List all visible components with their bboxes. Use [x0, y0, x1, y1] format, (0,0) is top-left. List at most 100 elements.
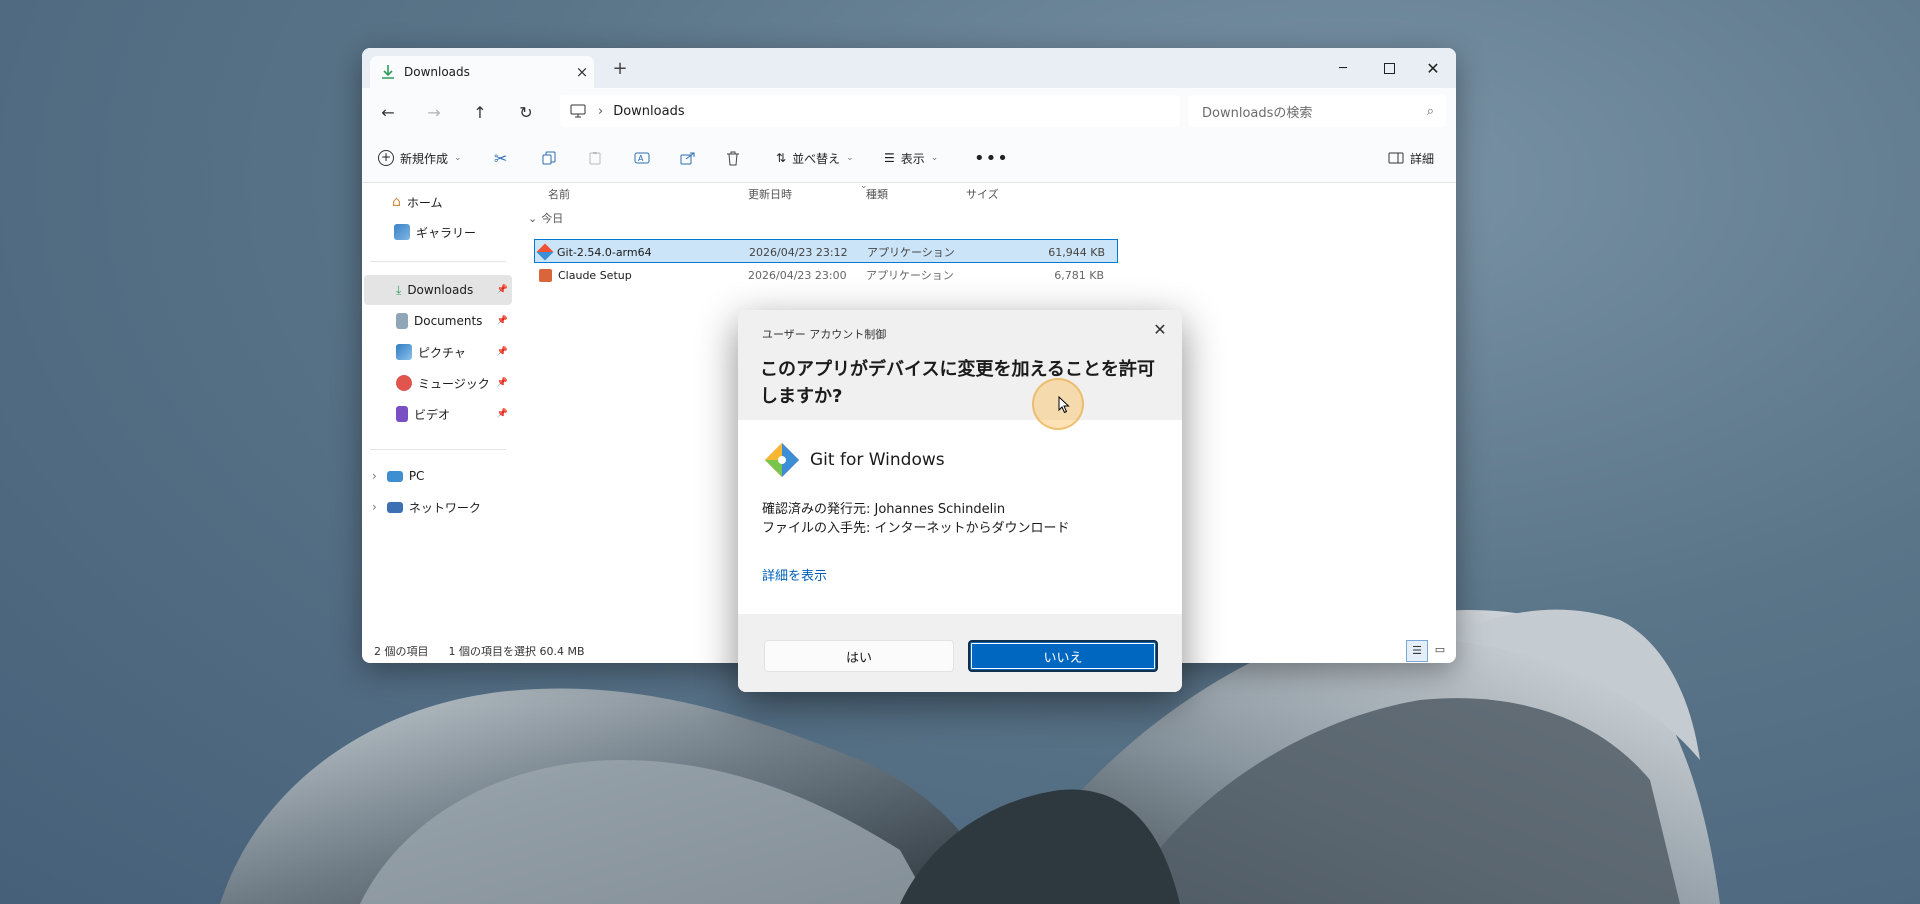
mouse-cursor-icon [1058, 396, 1070, 414]
pc-icon [386, 470, 403, 482]
download-icon: ⤓ [396, 282, 402, 297]
uac-publisher: 確認済みの発行元: Johannes Schindelin [762, 502, 1006, 517]
file-name: Claude Setup [558, 268, 632, 282]
file-size: 61,944 KB [1048, 245, 1105, 259]
sidebar-item-pictures[interactable]: ピクチャ 📌 [396, 337, 512, 367]
status-selection: 1 個の項目を選択 60.4 MB [448, 644, 585, 658]
sidebar-item-downloads[interactable]: ⤓ Downloads 📌 [364, 275, 512, 305]
sidebar-item-pc[interactable]: › PC [372, 461, 522, 491]
pin-icon: 📌 [496, 347, 508, 357]
column-header-size[interactable]: サイズ [966, 183, 999, 205]
up-button[interactable]: ↑ [464, 98, 496, 126]
group-label: 今日 [541, 212, 564, 225]
sidebar-item-documents[interactable]: Documents 📌 [396, 306, 512, 336]
more-options-icon[interactable]: ••• [974, 144, 1009, 172]
sidebar-item-network[interactable]: › ネットワーク [372, 492, 522, 522]
file-date: 2026/04/23 23:00 [748, 268, 847, 282]
path-box[interactable]: › Downloads [560, 95, 1180, 127]
file-type: アプリケーション [866, 269, 954, 282]
file-type: アプリケーション [867, 246, 955, 259]
search-box[interactable]: Downloadsの検索 ⌕ [1188, 95, 1446, 127]
sidebar-item-label: Downloads [407, 283, 474, 297]
sidebar-item-label: ネットワーク [408, 500, 481, 515]
uac-show-details-link[interactable]: 詳細を表示 [762, 565, 827, 584]
copy-icon[interactable] [542, 144, 556, 172]
tiles-view-icon[interactable]: ▭ [1430, 640, 1450, 660]
delete-icon[interactable] [726, 144, 740, 172]
sidebar-item-videos[interactable]: ビデオ 📌 [396, 399, 512, 429]
maximize-button[interactable] [1366, 48, 1412, 88]
uac-publisher-info: 確認済みの発行元: Johannes Schindelin ファイルの入手先: … [762, 500, 1070, 538]
documents-icon [396, 313, 408, 329]
chevron-down-icon: ⌄ [528, 211, 538, 225]
paste-icon[interactable] [588, 144, 602, 172]
videos-icon [396, 406, 408, 422]
no-button[interactable]: いいえ [968, 640, 1158, 672]
status-item-count: 2 個の項目 [374, 644, 429, 658]
rename-icon[interactable]: A [634, 144, 650, 172]
pin-icon: 📌 [496, 378, 508, 388]
sidebar-item-label: ピクチャ [418, 345, 466, 360]
sidebar-item-label: ビデオ [414, 407, 451, 422]
download-icon [382, 65, 394, 79]
sidebar-divider [370, 449, 506, 450]
uac-question: このアプリがデバイスに変更を加えることを許可しますか? [760, 359, 1155, 407]
uac-dialog: ユーザー アカウント制御 ✕ このアプリがデバイスに変更を加えることを許可します… [738, 310, 1182, 692]
details-label: 詳細 [1410, 151, 1435, 166]
sidebar-item-label: PC [408, 469, 425, 483]
column-header-date[interactable]: 更新日時 [748, 183, 792, 205]
tab-downloads[interactable]: Downloads × [370, 56, 594, 88]
chevron-down-icon: ⌄ [846, 153, 854, 163]
new-button[interactable]: + 新規作成 ⌄ [378, 144, 462, 172]
sidebar-item-label: ホーム [406, 195, 443, 210]
claude-setup-icon [539, 268, 552, 282]
cut-icon[interactable]: ✂ [494, 144, 507, 172]
refresh-button[interactable]: ↻ [510, 98, 542, 126]
sort-label: 並べ替え [792, 151, 841, 166]
new-label: 新規作成 [400, 151, 449, 166]
close-window-button[interactable]: ✕ [1410, 48, 1456, 88]
sort-icon: ⇅ [776, 151, 787, 165]
share-icon[interactable] [680, 144, 696, 172]
home-icon: ⌂ [392, 194, 401, 210]
details-view-icon[interactable]: ☰ [1406, 640, 1428, 662]
breadcrumb-chevron-icon: › [598, 103, 604, 119]
details-pane-icon [1388, 152, 1404, 164]
chevron-right-icon: › [372, 469, 377, 483]
minimize-button[interactable]: ─ [1320, 48, 1366, 88]
column-header-name[interactable]: 名前 [548, 183, 570, 205]
uac-origin: ファイルの入手先: インターネットからダウンロード [762, 521, 1070, 536]
music-icon [396, 375, 412, 391]
sidebar-item-label: ミュージック [418, 376, 490, 391]
uac-close-icon[interactable]: ✕ [1148, 318, 1172, 342]
forward-button[interactable]: → [418, 98, 450, 126]
column-header-type[interactable]: 種類 [866, 183, 888, 205]
maximize-icon [1383, 62, 1395, 74]
sort-button[interactable]: ⇅ 並べ替え ⌄ [776, 144, 854, 172]
git-installer-icon [536, 243, 554, 261]
file-row-git[interactable]: Git-2.54.0-arm64 2026/04/23 23:12 アプリケーシ… [534, 239, 1118, 263]
yes-button[interactable]: はい [764, 640, 954, 672]
new-tab-button[interactable]: + [608, 57, 632, 81]
sidebar-item-home[interactable]: ⌂ ホーム [392, 187, 542, 217]
pin-icon: 📌 [496, 409, 508, 419]
chevron-down-icon: ⌄ [930, 153, 939, 163]
details-pane-button[interactable]: 詳細 [1388, 144, 1434, 172]
network-icon [386, 501, 403, 513]
uac-title: ユーザー アカウント制御 [762, 328, 887, 341]
tab-close-icon[interactable]: × [570, 63, 594, 81]
gallery-icon [394, 224, 410, 240]
view-button[interactable]: ☰ 表示 ⌄ [884, 144, 938, 172]
view-label: 表示 [900, 151, 925, 166]
back-button[interactable]: ← [372, 98, 404, 126]
group-header-today[interactable]: ⌄ 今日 [528, 207, 563, 229]
monitor-icon [570, 104, 586, 118]
sidebar-item-label: ギャラリー [416, 225, 477, 240]
sidebar-item-music[interactable]: ミュージック 📌 [396, 368, 512, 398]
pictures-icon [396, 344, 412, 360]
uac-app-info: Git for Windows [762, 440, 945, 480]
search-input[interactable]: Downloadsの検索 [1202, 102, 1427, 121]
view-list-icon: ☰ [884, 151, 895, 165]
file-row-claude[interactable]: Claude Setup 2026/04/23 23:00 アプリケーション 6… [534, 263, 1118, 287]
breadcrumb-downloads[interactable]: Downloads [613, 104, 684, 119]
